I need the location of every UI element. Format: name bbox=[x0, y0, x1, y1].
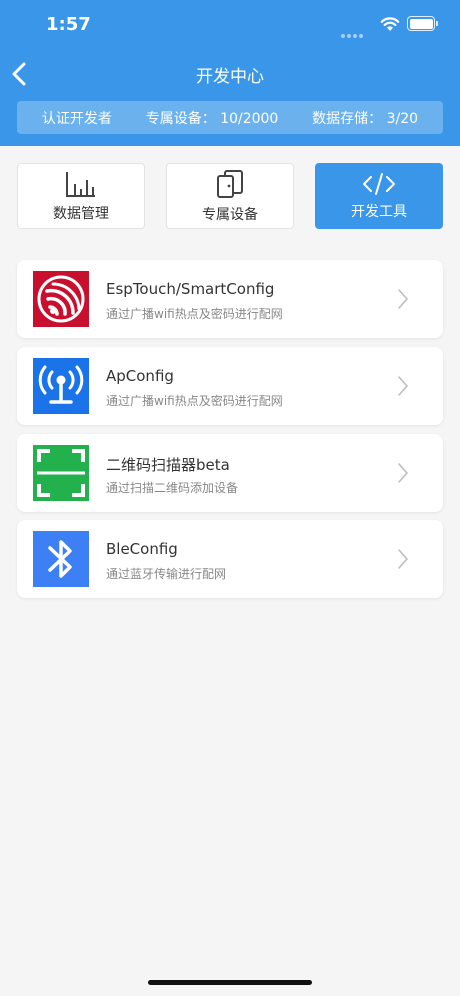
bluetooth-icon bbox=[33, 531, 89, 587]
storage-quota: 数据存储： 3/20 bbox=[312, 110, 419, 127]
status-time: 1:57 bbox=[46, 14, 91, 35]
header: 1:57 开发中心 认证开发者 专属设备： 10/2000 数据存储： 3/20 bbox=[0, 0, 460, 146]
tab-dev-tools[interactable]: 开发工具 bbox=[315, 163, 443, 229]
tool-qr-scanner[interactable]: 二维码扫描器beta 通过扫描二维码添加设备 bbox=[17, 434, 443, 512]
chevron-right-icon bbox=[398, 376, 409, 396]
tab-bar: 数据管理 专属设备 开发工具 bbox=[17, 163, 443, 229]
tool-title: 二维码扫描器beta bbox=[106, 456, 230, 474]
devices-quota: 专属设备： 10/2000 bbox=[145, 110, 279, 127]
tool-subtitle: 通过扫描二维码添加设备 bbox=[106, 481, 239, 495]
tool-apconfig[interactable]: ApConfig 通过广播wifi热点及密码进行配网 bbox=[17, 347, 443, 425]
tab-data-management[interactable]: 数据管理 bbox=[17, 163, 145, 229]
tool-title: ApConfig bbox=[106, 367, 174, 385]
certified-developer-label: 认证开发者 bbox=[41, 110, 112, 127]
tab-label: 开发工具 bbox=[351, 203, 407, 220]
antenna-icon bbox=[33, 358, 89, 414]
tab-label: 数据管理 bbox=[53, 205, 109, 222]
devices-icon bbox=[217, 169, 243, 198]
tool-bleconfig[interactable]: BleConfig 通过蓝牙传输进行配网 bbox=[17, 520, 443, 598]
tool-title: BleConfig bbox=[106, 540, 178, 558]
page-title: 开发中心 bbox=[196, 67, 264, 87]
chevron-right-icon bbox=[398, 463, 409, 483]
battery-icon bbox=[407, 16, 438, 31]
tool-subtitle: 通过广播wifi热点及密码进行配网 bbox=[106, 394, 283, 408]
chevron-right-icon bbox=[398, 289, 409, 309]
espressif-logo-icon bbox=[33, 271, 89, 327]
tool-esptouch[interactable]: EspTouch/SmartConfig 通过广播wifi热点及密码进行配网 bbox=[17, 260, 443, 338]
tab-dedicated-devices[interactable]: 专属设备 bbox=[166, 163, 294, 229]
tool-subtitle: 通过蓝牙传输进行配网 bbox=[106, 567, 227, 581]
qr-scan-icon bbox=[33, 445, 89, 501]
chevron-right-icon bbox=[398, 549, 409, 569]
signal-dots-icon bbox=[341, 23, 365, 42]
tab-label: 专属设备 bbox=[202, 206, 258, 223]
tool-subtitle: 通过广播wifi热点及密码进行配网 bbox=[106, 307, 283, 321]
developer-info-bar: 认证开发者 专属设备： 10/2000 数据存储： 3/20 bbox=[17, 101, 443, 134]
bar-chart-icon bbox=[66, 171, 95, 197]
code-icon bbox=[363, 172, 395, 195]
home-indicator[interactable] bbox=[148, 980, 312, 985]
wifi-icon bbox=[380, 17, 400, 31]
tool-title: EspTouch/SmartConfig bbox=[106, 280, 275, 298]
